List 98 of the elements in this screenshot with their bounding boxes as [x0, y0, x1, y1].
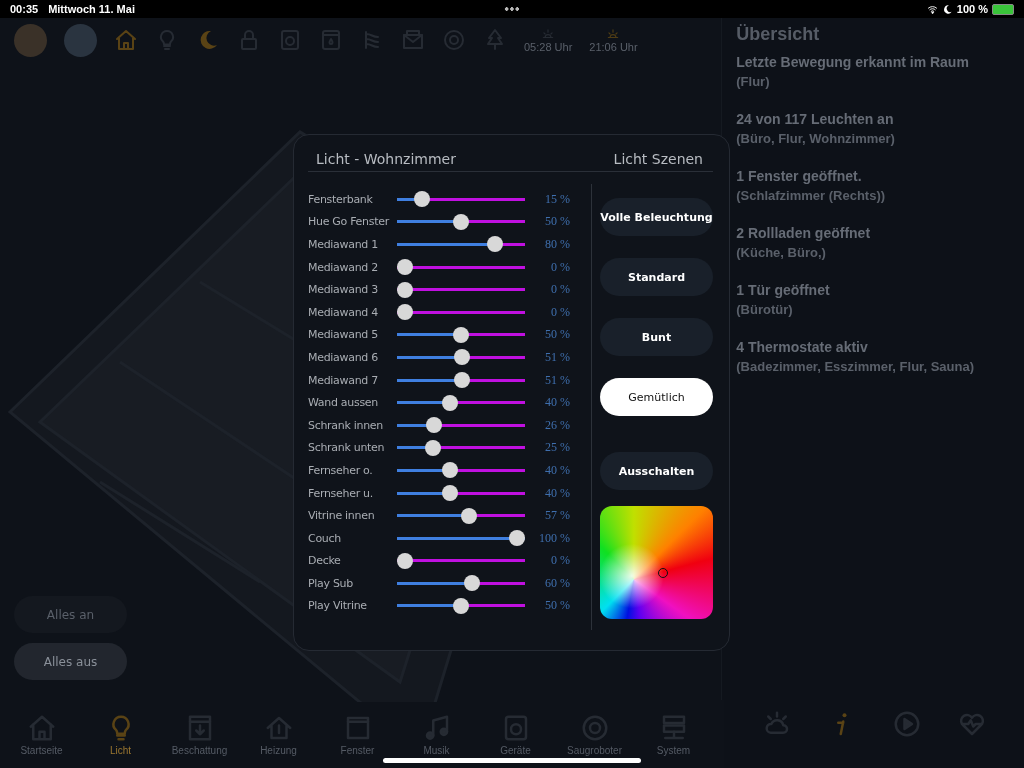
- overview-headline: 1 Tür geöffnet: [736, 281, 831, 300]
- light-percent: 60 %: [544, 575, 570, 591]
- slider-thumb[interactable]: [464, 575, 481, 592]
- nav-tab[interactable]: Saugroboter: [555, 700, 634, 768]
- light-name: Mediawand 6: [308, 350, 379, 364]
- light-percent: 40 %: [544, 462, 570, 478]
- scene-button[interactable]: Ausschalten: [600, 452, 713, 490]
- light-percent: 0 %: [550, 304, 570, 320]
- light-percent: 40 %: [544, 485, 570, 501]
- overview-headline: 1 Fenster geöffnet.: [736, 167, 863, 186]
- overview-headline: 24 von 117 Leuchten an: [736, 110, 895, 129]
- light-name: Schrank unten: [308, 441, 386, 455]
- dialog-title: Licht - Wohnzimmer: [316, 151, 456, 167]
- light-name: Mediawand 2: [308, 260, 379, 274]
- nav-tab[interactable]: Musik: [397, 700, 476, 768]
- sun-time: 05:28 Uhr: [524, 41, 573, 53]
- light-percent: 100 %: [538, 530, 570, 546]
- light-percent: 80 %: [544, 237, 570, 252]
- nav-tab[interactable]: Beschattung: [160, 700, 239, 768]
- overview-detail: (Büro, Flur, Wohnzimmer): [736, 130, 896, 148]
- light-name: Mediawand 1: [308, 238, 379, 251]
- light-percent: 25 %: [544, 440, 570, 456]
- light-name: Mediawand 3: [308, 283, 379, 297]
- slider-thumb[interactable]: [441, 485, 458, 501]
- light-percent: 26 %: [544, 417, 570, 433]
- slider-thumb[interactable]: [453, 213, 469, 230]
- light-percent: 51 %: [544, 372, 570, 388]
- light-percent: 0 %: [550, 553, 570, 569]
- status-date: Mittwoch 11. Mai: [48, 3, 135, 15]
- slider-thumb[interactable]: [454, 349, 471, 366]
- nav-tab[interactable]: Startseite: [2, 700, 81, 768]
- light-name: Mediawand 5: [308, 328, 379, 342]
- light-name: Vitrine innen: [308, 509, 376, 523]
- nav-tab[interactable]: System: [634, 700, 713, 768]
- quick-button[interactable]: Alles an: [14, 596, 127, 633]
- light-percent: 50 %: [544, 598, 570, 614]
- light-name: Play Sub: [308, 576, 354, 590]
- scene-button[interactable]: Standard: [600, 258, 713, 296]
- overview-detail: (Bürotür): [736, 301, 794, 319]
- color-picker[interactable]: [600, 506, 713, 619]
- light-name: Hue Go Fenster: [308, 215, 391, 229]
- nav-tab[interactable]: Heizung: [239, 700, 318, 768]
- slider-thumb[interactable]: [453, 598, 469, 614]
- overview-detail: (Flur): [736, 73, 771, 91]
- light-name: Wand aussen: [308, 396, 379, 410]
- overview-detail: (Schlafzimmer (Rechts)): [736, 187, 887, 205]
- moon-icon: [941, 3, 953, 15]
- overview-title: Übersicht: [736, 24, 821, 45]
- light-name: Couch: [308, 531, 342, 545]
- nav-tab[interactable]: Geräte: [476, 700, 555, 768]
- light-percent: 51 %: [544, 349, 570, 365]
- scene-button[interactable]: Volle Beleuchtung: [600, 198, 713, 236]
- light-percent: 0 %: [550, 282, 570, 298]
- battery-percent: 100 %: [956, 3, 988, 15]
- multitasking-dots-icon[interactable]: [504, 7, 520, 11]
- nav-tab[interactable]: Fenster: [318, 700, 397, 768]
- scene-button[interactable]: Bunt: [600, 318, 713, 356]
- slider-thumb[interactable]: [397, 281, 413, 298]
- light-name: Fernseher u.: [308, 486, 374, 500]
- slider-thumb[interactable]: [454, 372, 471, 389]
- light-name: Fernseher o.: [308, 463, 374, 477]
- slider-thumb[interactable]: [397, 304, 413, 321]
- slider-thumb[interactable]: [441, 462, 458, 479]
- slider-thumb[interactable]: [486, 236, 503, 253]
- light-name: Decke: [308, 554, 342, 568]
- slider-thumb[interactable]: [441, 394, 458, 411]
- overview-headline: 2 Rollladen geöffnet: [736, 224, 872, 243]
- scene-button[interactable]: Gemütlich: [600, 378, 713, 416]
- slider-thumb[interactable]: [413, 191, 430, 208]
- sun-time: 21:06 Uhr: [589, 41, 638, 53]
- light-percent: 0 %: [550, 259, 570, 275]
- light-name: Mediawand 7: [308, 373, 379, 387]
- wifi-icon: [926, 3, 938, 15]
- overview-headline: Letzte Bewegung erkannt im Raum: [736, 53, 970, 72]
- battery-icon: [992, 3, 1014, 15]
- slider-thumb[interactable]: [397, 552, 413, 569]
- slider-thumb[interactable]: [509, 530, 525, 547]
- light-percent: 50 %: [544, 327, 570, 343]
- light-percent: 15 %: [544, 191, 570, 207]
- overview-headline: 4 Thermostate aktiv: [736, 338, 869, 357]
- slider-thumb[interactable]: [425, 439, 441, 456]
- scenes-title: Licht Szenen: [613, 151, 703, 167]
- quick-button[interactable]: Alles aus: [14, 643, 127, 680]
- light-percent: 57 %: [544, 508, 570, 524]
- light-name: Fensterbank: [308, 192, 374, 206]
- light-name: Schrank innen: [308, 418, 384, 432]
- slider-thumb[interactable]: [397, 259, 413, 276]
- light-percent: 50 %: [544, 214, 570, 230]
- slider-thumb[interactable]: [453, 326, 469, 343]
- light-percent: 40 %: [544, 395, 570, 411]
- status-time: 00:35: [10, 3, 39, 15]
- light-name: Mediawand 4: [308, 305, 379, 319]
- overview-detail: (Küche, Büro,): [736, 244, 827, 262]
- overview-detail: (Badezimmer, Esszimmer, Flur, Sauna): [736, 358, 975, 376]
- slider-thumb[interactable]: [426, 417, 443, 434]
- light-name: Play Vitrine: [308, 599, 368, 613]
- slider-thumb[interactable]: [460, 507, 477, 524]
- nav-tab[interactable]: Licht: [81, 700, 160, 768]
